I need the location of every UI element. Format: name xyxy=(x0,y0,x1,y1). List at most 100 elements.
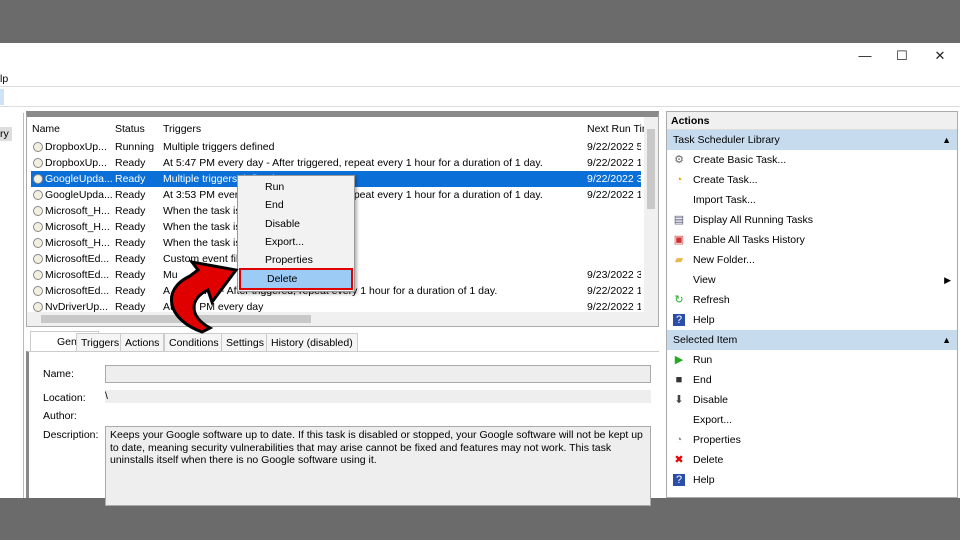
action-import-task[interactable]: Import Task... xyxy=(667,190,957,210)
action-create-basic-task[interactable]: ⚙ Create Basic Task... xyxy=(667,150,957,170)
display-running-icon: ▤ xyxy=(673,214,685,226)
clock-icon xyxy=(33,302,43,312)
action-end[interactable]: ■ End xyxy=(667,370,957,390)
clock-icon xyxy=(33,254,43,264)
toolbar xyxy=(0,89,960,107)
minimize-button[interactable]: — xyxy=(850,46,880,66)
action-label: Properties xyxy=(693,434,741,446)
action-refresh[interactable]: ↻ Refresh xyxy=(667,290,957,310)
help-icon: ? xyxy=(673,474,685,486)
action-label: New Folder... xyxy=(693,254,755,266)
action-help[interactable]: ? Help xyxy=(667,310,957,330)
red-arrow-annotation xyxy=(170,259,239,334)
task-status: Running xyxy=(115,141,155,153)
section-selected-item[interactable]: Selected Item ▲ xyxy=(667,330,957,350)
column-triggers[interactable]: Triggers xyxy=(163,121,201,137)
column-status[interactable]: Status xyxy=(115,121,145,137)
run-icon: ▶ xyxy=(674,354,684,366)
clock-icon xyxy=(33,270,43,280)
menu-item-disable[interactable]: Disable xyxy=(265,215,300,233)
section-task-scheduler-library[interactable]: Task Scheduler Library ▲ xyxy=(667,130,957,150)
task-triggers: When the task is xyxy=(163,221,241,233)
tab-history[interactable]: History (disabled) xyxy=(266,333,358,351)
action-run[interactable]: ▶ Run xyxy=(667,350,957,370)
submenu-arrow-icon: ▶ xyxy=(944,275,951,285)
section-label: Task Scheduler Library xyxy=(673,134,780,146)
task-name: DropboxUp... xyxy=(45,157,107,169)
task-name: GoogleUpda... xyxy=(45,173,113,185)
delete-icon: ✖ xyxy=(674,454,684,466)
task-name: Microsoft_H... xyxy=(45,237,110,249)
action-label: View xyxy=(693,274,716,286)
menu-help[interactable]: lp xyxy=(0,73,8,85)
action-label: Display All Running Tasks xyxy=(693,214,814,226)
description-field[interactable]: Keeps your Google software up to date. I… xyxy=(105,426,651,506)
clock-icon xyxy=(33,174,43,184)
close-button[interactable]: ✕ xyxy=(925,46,955,66)
task-row[interactable]: DropboxUp... Running Multiple triggers d… xyxy=(31,139,641,155)
task-status: Ready xyxy=(115,157,146,169)
maximize-button[interactable]: ☐ xyxy=(887,46,917,66)
tree-item-library[interactable]: ry xyxy=(0,127,12,141)
task-status: Ready xyxy=(115,221,146,233)
clock-icon xyxy=(33,222,43,232)
tab-triggers[interactable]: Triggers xyxy=(76,333,125,351)
action-properties[interactable]: ◔ Properties xyxy=(667,430,957,450)
task-name: DropboxUp... xyxy=(45,141,107,153)
column-name[interactable]: Name xyxy=(32,121,60,137)
author-label: Author: xyxy=(43,410,77,422)
menu-item-properties[interactable]: Properties xyxy=(265,251,313,269)
center-pane: Name Status Triggers Next Run Tir Dropbo… xyxy=(26,111,659,506)
action-label: Create Task... xyxy=(693,174,758,186)
create-task-icon: ◔ xyxy=(675,174,683,186)
action-enable-all-tasks-history[interactable]: ▣ Enable All Tasks History xyxy=(667,230,957,250)
task-name: Microsoft_H... xyxy=(45,221,110,233)
menu-item-export[interactable]: Export... xyxy=(265,233,304,251)
task-triggers: When the task is xyxy=(163,205,241,217)
task-name: MicrosoftEd... xyxy=(45,253,110,265)
action-delete[interactable]: ✖ Delete xyxy=(667,450,957,470)
action-disable[interactable]: ⬇ Disable xyxy=(667,390,957,410)
task-name: GoogleUpda... xyxy=(45,189,113,201)
new-folder-icon: ▰ xyxy=(674,254,684,266)
actions-title: Actions xyxy=(667,112,957,130)
action-label: Refresh xyxy=(693,294,730,306)
action-new-folder[interactable]: ▰ New Folder... xyxy=(667,250,957,270)
task-triggers: Multiple triggers defined xyxy=(163,173,275,185)
task-next-run: 9/22/2022 5: xyxy=(587,141,641,153)
menu-bar: lp xyxy=(0,71,960,87)
general-details: Name: Location: \ Author: Description: K… xyxy=(26,351,659,506)
action-label: Disable xyxy=(693,394,729,406)
task-status: Ready xyxy=(115,205,146,217)
horizontal-scrollbar[interactable] xyxy=(27,312,658,326)
clock-icon xyxy=(33,158,43,168)
action-view[interactable]: View ▶ xyxy=(667,270,957,290)
task-next-run: 9/22/2022 12 xyxy=(587,285,641,297)
task-row[interactable]: DropboxUp... Ready At 5:47 PM every day … xyxy=(31,155,641,171)
task-name: MicrosoftEd... xyxy=(45,285,110,297)
section-label: Selected Item xyxy=(673,334,738,346)
action-help[interactable]: ? Help xyxy=(667,470,957,490)
action-export[interactable]: Export... xyxy=(667,410,957,430)
task-triggers: Multiple triggers defined xyxy=(163,141,275,153)
action-label: Import Task... xyxy=(693,194,756,206)
vertical-scrollbar[interactable] xyxy=(644,117,658,313)
action-label: Run xyxy=(693,354,713,366)
menu-item-run[interactable]: Run xyxy=(265,178,284,196)
name-field[interactable] xyxy=(105,365,651,383)
menu-item-end[interactable]: End xyxy=(265,196,284,214)
task-triggers: At 3:53 PM every day - After triggered, … xyxy=(163,189,543,201)
task-scheduler-window: — ☐ ✕ lp ry Name Status Triggers Next Ru… xyxy=(0,43,960,506)
clock-icon xyxy=(33,190,43,200)
action-label: End xyxy=(693,374,712,386)
action-display-all-running-tasks[interactable]: ▤ Display All Running Tasks xyxy=(667,210,957,230)
action-create-task[interactable]: ◔ Create Task... xyxy=(667,170,957,190)
collapse-icon[interactable]: ▲ xyxy=(942,330,951,350)
column-next-run[interactable]: Next Run Tir xyxy=(587,121,645,137)
task-next-run: 9/22/2022 12 xyxy=(587,189,641,201)
task-next-run: 9/22/2022 12 xyxy=(587,157,641,169)
toolbar-button[interactable] xyxy=(0,89,4,105)
disable-icon: ⬇ xyxy=(674,394,684,406)
collapse-icon[interactable]: ▲ xyxy=(942,130,951,150)
task-next-run: 9/22/2022 3: xyxy=(587,173,641,185)
